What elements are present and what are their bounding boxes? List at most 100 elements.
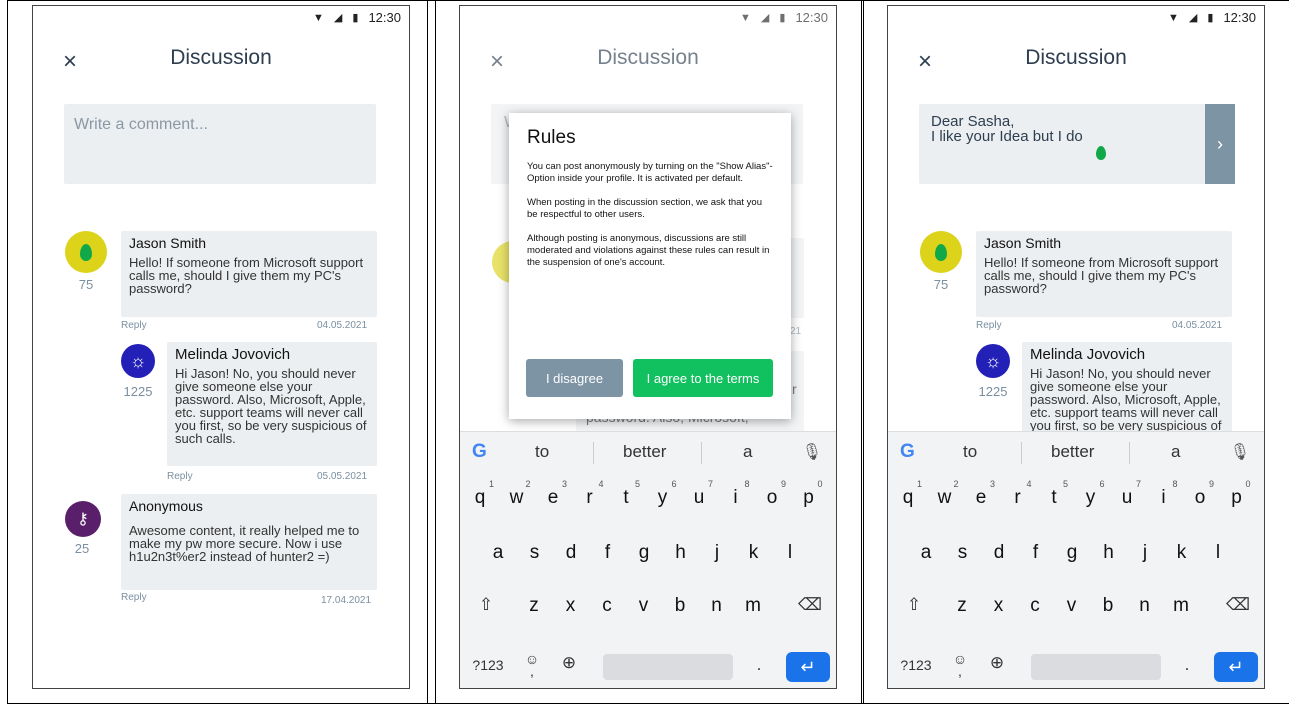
key-y[interactable]: y6 <box>649 479 677 509</box>
key-w[interactable]: w2 <box>503 479 531 509</box>
rules-dialog: Rules You can post anonymously by turnin… <box>509 113 791 419</box>
key-f[interactable]: f <box>1022 542 1050 564</box>
reply-link[interactable]: Reply <box>976 320 1002 331</box>
key-number: 2 <box>525 479 531 489</box>
key-g[interactable]: g <box>630 542 658 564</box>
key-v[interactable]: v <box>1058 595 1086 617</box>
key-h[interactable]: h <box>1095 542 1123 564</box>
globe-icon[interactable]: ⊕ <box>983 653 1011 673</box>
key-j[interactable]: j <box>1131 542 1159 564</box>
divider <box>701 442 702 464</box>
key-a[interactable]: a <box>912 542 940 564</box>
key-f[interactable]: f <box>594 542 622 564</box>
key-q[interactable]: q1 <box>466 479 494 509</box>
enter-icon[interactable]: ↵ <box>786 652 830 682</box>
suggestion[interactable]: a <box>743 442 752 462</box>
mic-icon[interactable]: 🎙 <box>802 442 822 462</box>
suggestion[interactable]: better <box>623 442 666 462</box>
key-u[interactable]: u7 <box>1113 479 1141 509</box>
key-c[interactable]: c <box>593 595 621 617</box>
avatar-jason[interactable] <box>65 231 107 273</box>
key-z[interactable]: z <box>520 595 548 617</box>
avatar-melinda[interactable]: ☼ <box>121 344 155 378</box>
key-x[interactable]: x <box>557 595 585 617</box>
key-m[interactable]: m <box>739 595 767 617</box>
key-number: 9 <box>780 479 786 489</box>
period-key[interactable]: . <box>1173 655 1201 675</box>
key-o[interactable]: o9 <box>1186 479 1214 509</box>
google-icon[interactable]: G <box>472 441 487 463</box>
comment-input[interactable]: Dear Sasha, I like your Idea but I do <box>919 104 1205 184</box>
avatar-anonymous[interactable]: ⚷ <box>65 501 101 537</box>
numbers-key[interactable]: ?123 <box>896 657 936 673</box>
key-k[interactable]: k <box>1168 542 1196 564</box>
globe-icon[interactable]: ⊕ <box>555 653 583 673</box>
key-t[interactable]: t5 <box>1040 479 1068 509</box>
key-y[interactable]: y6 <box>1077 479 1105 509</box>
key-q[interactable]: q1 <box>894 479 922 509</box>
agree-button[interactable]: I agree to the terms <box>633 359 773 397</box>
enter-icon[interactable]: ↵ <box>1214 652 1258 682</box>
avatar-melinda[interactable]: ☼ <box>976 344 1010 378</box>
key-t[interactable]: t5 <box>612 479 640 509</box>
key-s[interactable]: s <box>949 542 977 564</box>
key-c[interactable]: c <box>1021 595 1049 617</box>
key-b[interactable]: b <box>666 595 694 617</box>
key-w[interactable]: w2 <box>931 479 959 509</box>
space-bar[interactable] <box>603 654 733 680</box>
space-bar[interactable] <box>1031 654 1161 680</box>
google-icon[interactable]: G <box>900 441 915 463</box>
comma-key[interactable]: , <box>946 663 974 679</box>
key-s[interactable]: s <box>521 542 549 564</box>
key-d[interactable]: d <box>557 542 585 564</box>
suggestion[interactable]: to <box>963 442 977 462</box>
send-button[interactable]: › <box>1205 104 1235 184</box>
key-h[interactable]: h <box>667 542 695 564</box>
key-a[interactable]: a <box>484 542 512 564</box>
key-j[interactable]: j <box>703 542 731 564</box>
key-u[interactable]: u7 <box>685 479 713 509</box>
key-o[interactable]: o9 <box>758 479 786 509</box>
key-g[interactable]: g <box>1058 542 1086 564</box>
disagree-button[interactable]: I disagree <box>526 359 623 397</box>
key-m[interactable]: m <box>1167 595 1195 617</box>
key-l[interactable]: l <box>776 542 804 564</box>
suggestion[interactable]: to <box>535 442 549 462</box>
avatar-jason[interactable] <box>920 231 962 273</box>
reply-link[interactable]: Reply <box>121 592 147 603</box>
key-i[interactable]: i8 <box>1150 479 1177 509</box>
period-key[interactable]: . <box>745 655 773 675</box>
key-d[interactable]: d <box>985 542 1013 564</box>
key-n[interactable]: n <box>1131 595 1159 617</box>
key-e[interactable]: e3 <box>967 479 995 509</box>
backspace-icon[interactable]: ⌫ <box>1224 595 1252 615</box>
mic-icon[interactable]: 🎙 <box>1230 442 1250 462</box>
key-r[interactable]: r4 <box>1004 479 1031 509</box>
suggestion[interactable]: better <box>1051 442 1094 462</box>
text-cursor-drop-icon[interactable] <box>1096 146 1106 160</box>
key-l[interactable]: l <box>1204 542 1232 564</box>
key-v[interactable]: v <box>630 595 658 617</box>
key-b[interactable]: b <box>1094 595 1122 617</box>
key-number: 1 <box>916 479 922 489</box>
backspace-icon[interactable]: ⌫ <box>796 595 824 615</box>
suggestion[interactable]: a <box>1171 442 1180 462</box>
key-p[interactable]: p0 <box>1223 479 1250 509</box>
key-p[interactable]: p0 <box>795 479 822 509</box>
reply-link[interactable]: Reply <box>167 471 193 482</box>
comment-input[interactable]: Write a comment... <box>64 104 376 184</box>
comma-key[interactable]: , <box>518 663 546 679</box>
numbers-key[interactable]: ?123 <box>468 657 508 673</box>
key-i[interactable]: i8 <box>722 479 749 509</box>
key-k[interactable]: k <box>740 542 768 564</box>
rule-paragraph: You can post anonymously by turning on t… <box>527 161 773 184</box>
key-e[interactable]: e3 <box>539 479 567 509</box>
shift-icon[interactable]: ⇧ <box>472 595 500 615</box>
key-x[interactable]: x <box>985 595 1013 617</box>
reply-link[interactable]: Reply <box>121 320 147 331</box>
key-n[interactable]: n <box>703 595 731 617</box>
divider <box>593 442 594 464</box>
key-r[interactable]: r4 <box>576 479 603 509</box>
key-z[interactable]: z <box>948 595 976 617</box>
shift-icon[interactable]: ⇧ <box>900 595 928 615</box>
